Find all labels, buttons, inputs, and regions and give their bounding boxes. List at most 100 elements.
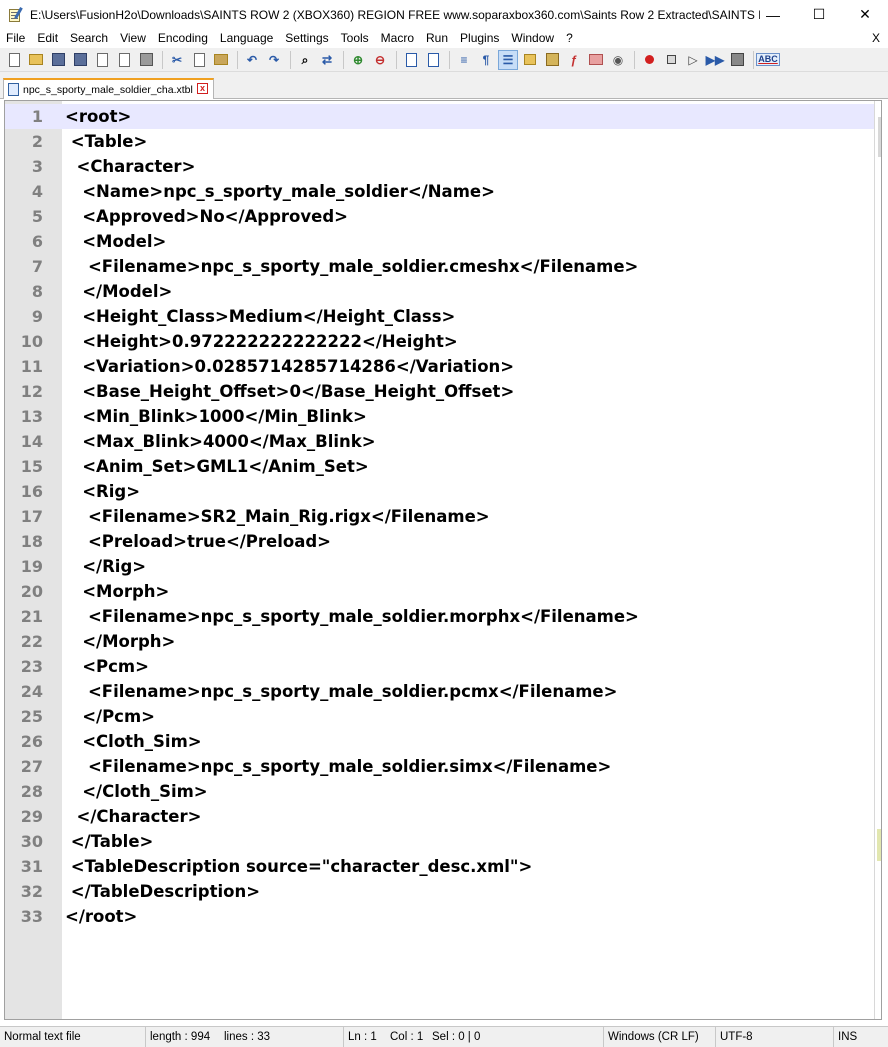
code-line[interactable]: 17 <Filename>SR2_Main_Rig.rigx</Filename… [5, 504, 881, 529]
notepad-icon [8, 6, 24, 23]
code-line[interactable]: 14 <Max_Blink>4000</Max_Blink> [5, 429, 881, 454]
code-line[interactable]: 1 <root> [5, 104, 881, 129]
spell-check-icon[interactable]: ABC [756, 50, 780, 70]
menu-search[interactable]: Search [64, 29, 114, 48]
code-line[interactable]: 9 <Height_Class>Medium</Height_Class> [5, 304, 881, 329]
status-lines: lines : 33 [220, 1027, 344, 1047]
language-define-icon[interactable] [520, 50, 540, 70]
code-line[interactable]: 13 <Min_Blink>1000</Min_Blink> [5, 404, 881, 429]
close-file-icon[interactable] [92, 50, 112, 70]
code-line[interactable]: 23 <Pcm> [5, 654, 881, 679]
code-lines: 1 <root> 2 <Table> 3 <Character> 4 <Name>npc… [5, 104, 881, 929]
code-line[interactable]: 29 </Character> [5, 804, 881, 829]
code-line[interactable]: 15 <Anim_Set>GML1</Anim_Set> [5, 454, 881, 479]
save-all-icon[interactable] [70, 50, 90, 70]
code-line[interactable]: 16 <Rig> [5, 479, 881, 504]
stop-recording-icon[interactable] [661, 50, 681, 70]
menu-file[interactable]: File [0, 29, 31, 48]
print-icon[interactable] [136, 50, 156, 70]
close-all-icon[interactable] [114, 50, 134, 70]
line-number: 28 [20, 782, 43, 801]
zoom-in-icon[interactable]: ⊕ [348, 50, 368, 70]
code-line[interactable]: 28 </Cloth_Sim> [5, 779, 881, 804]
menu-plugins[interactable]: Plugins [454, 29, 505, 48]
indent-guide-icon[interactable]: ☰ [498, 49, 518, 70]
cut-icon[interactable]: ✂ [167, 50, 187, 70]
code-line[interactable]: 18 <Preload>true</Preload> [5, 529, 881, 554]
menu-macro[interactable]: Macro [375, 29, 420, 48]
menu-settings[interactable]: Settings [279, 29, 334, 48]
code-line[interactable]: 10 <Height>0.972222222222222</Height> [5, 329, 881, 354]
code-line[interactable]: 30 </Table> [5, 829, 881, 854]
copy-icon[interactable] [189, 50, 209, 70]
menu-run[interactable]: Run [420, 29, 454, 48]
function-list-icon[interactable]: ƒ [564, 50, 584, 70]
status-eol[interactable]: Windows (CR LF) [604, 1027, 716, 1047]
menu-encoding[interactable]: Encoding [152, 29, 214, 48]
code-line[interactable]: 5 <Approved>No</Approved> [5, 204, 881, 229]
code-line[interactable]: 27 <Filename>npc_s_sporty_male_soldier.s… [5, 754, 881, 779]
line-number: 30 [20, 832, 43, 851]
open-file-icon[interactable] [26, 50, 46, 70]
tab-close-icon[interactable]: x [197, 83, 208, 94]
paste-icon[interactable] [211, 50, 231, 70]
menu-tools[interactable]: Tools [335, 29, 375, 48]
editor-pane[interactable]: 1 <root> 2 <Table> 3 <Character> 4 <Name>npc… [4, 100, 882, 1020]
sync-horizontal-icon[interactable] [423, 50, 443, 70]
maximize-button[interactable]: ☐ [796, 0, 842, 29]
vertical-scrollbar[interactable] [874, 101, 881, 1019]
code-line[interactable]: 12 <Base_Height_Offset>0</Base_Height_Of… [5, 379, 881, 404]
replace-icon[interactable]: ⇄ [317, 50, 337, 70]
code-line[interactable]: 21 <Filename>npc_s_sporty_male_soldier.m… [5, 604, 881, 629]
line-text: <Min_Blink>1000</Min_Blink> [65, 407, 367, 426]
redo-icon[interactable]: ↷ [264, 50, 284, 70]
code-line[interactable]: 22 </Morph> [5, 629, 881, 654]
word-wrap-icon[interactable]: ≡ [454, 50, 474, 70]
code-line[interactable]: 19 </Rig> [5, 554, 881, 579]
menu-window[interactable]: Window [505, 29, 560, 48]
window-controls: — ☐ ✕ [750, 0, 888, 29]
code-line[interactable]: 33 </root> [5, 904, 881, 929]
sync-vertical-icon[interactable] [401, 50, 421, 70]
undo-icon[interactable]: ↶ [242, 50, 262, 70]
line-number: 22 [20, 632, 43, 651]
code-line[interactable]: 11 <Variation>0.0285714285714286</Variat… [5, 354, 881, 379]
code-line[interactable]: 26 <Cloth_Sim> [5, 729, 881, 754]
tab-document[interactable]: npc_s_sporty_male_soldier_cha.xtbl x [3, 78, 214, 99]
line-number: 32 [20, 882, 43, 901]
code-line[interactable]: 2 <Table> [5, 129, 881, 154]
menu-help[interactable]: ? [560, 29, 579, 48]
code-line[interactable]: 31 <TableDescription source="character_d… [5, 854, 881, 879]
status-encoding[interactable]: UTF-8 [716, 1027, 834, 1047]
code-line[interactable]: 7 <Filename>npc_s_sporty_male_soldier.cm… [5, 254, 881, 279]
playback-macro-icon[interactable]: ▷ [683, 50, 703, 70]
code-line[interactable]: 25 </Pcm> [5, 704, 881, 729]
code-line[interactable]: 6 <Model> [5, 229, 881, 254]
close-window-button[interactable]: ✕ [842, 0, 888, 29]
save-icon[interactable] [48, 50, 68, 70]
menu-language[interactable]: Language [214, 29, 279, 48]
scrollbar-marker [878, 117, 881, 157]
code-line[interactable]: 3 <Character> [5, 154, 881, 179]
code-line[interactable]: 32 </TableDescription> [5, 879, 881, 904]
minimize-button[interactable]: — [750, 0, 796, 29]
show-all-characters-icon[interactable]: ¶ [476, 50, 496, 70]
zoom-out-icon[interactable]: ⊖ [370, 50, 390, 70]
menu-edit[interactable]: Edit [31, 29, 64, 48]
record-macro-icon[interactable] [639, 50, 659, 70]
code-line[interactable]: 4 <Name>npc_s_sporty_male_soldier</Name> [5, 179, 881, 204]
find-icon[interactable]: ⌕ [295, 50, 315, 70]
menu-view[interactable]: View [114, 29, 152, 48]
close-document-button[interactable]: X [872, 29, 880, 48]
document-map-icon[interactable] [542, 50, 562, 70]
save-macro-icon[interactable] [727, 50, 747, 70]
run-macro-multiple-icon[interactable]: ▶▶ [705, 50, 725, 70]
code-line[interactable]: 20 <Morph> [5, 579, 881, 604]
code-line[interactable]: 8 </Model> [5, 279, 881, 304]
line-number: 25 [20, 707, 43, 726]
monitoring-icon[interactable]: ◉ [608, 50, 628, 70]
folder-as-workspace-icon[interactable] [586, 50, 606, 70]
code-line[interactable]: 24 <Filename>npc_s_sporty_male_soldier.p… [5, 679, 881, 704]
line-text: <Pcm> [65, 657, 149, 676]
new-file-icon[interactable] [4, 50, 24, 70]
